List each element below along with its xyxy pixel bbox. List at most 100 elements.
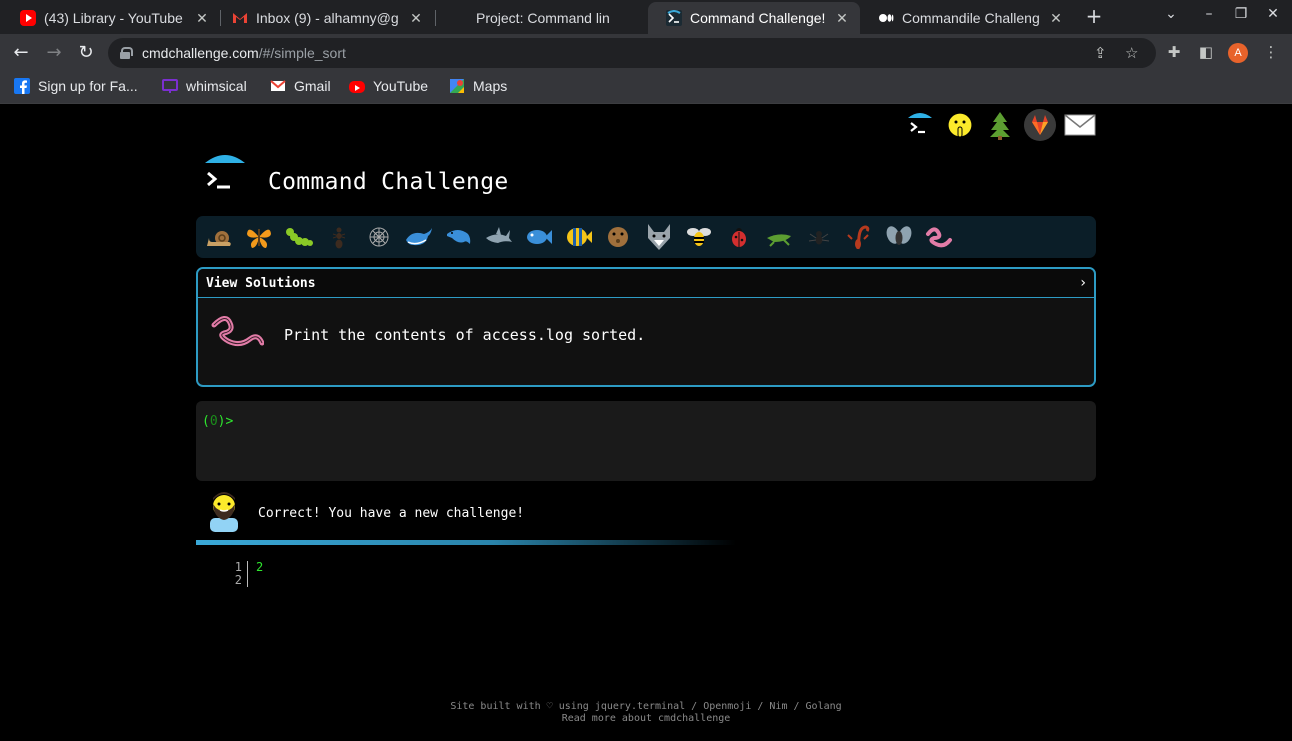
gmail-icon — [232, 10, 248, 26]
bee-icon[interactable] — [682, 221, 716, 253]
fly-icon[interactable] — [882, 221, 916, 253]
challenge-task: Print the contents of access.log sorted. — [210, 315, 645, 355]
new-tab-icon[interactable]: + — [1083, 6, 1105, 28]
menu-icon[interactable]: ⋮ — [1261, 43, 1281, 63]
share-icon[interactable]: ⇪ — [1094, 44, 1107, 62]
bookmark-label: Sign up for Fa... — [38, 78, 138, 94]
lock-icon[interactable] — [120, 47, 133, 59]
medium-icon — [878, 10, 894, 26]
side-panel-icon[interactable]: ◧ — [1196, 43, 1216, 63]
scorpion-icon[interactable] — [842, 221, 876, 253]
prompt-open: ( — [202, 414, 210, 429]
whale-icon[interactable] — [402, 221, 436, 253]
challenge-nav-bar — [196, 216, 1096, 258]
line-number-gutter: 1 2 — [228, 561, 248, 587]
youtube-icon — [349, 81, 365, 93]
footer-credits: Site built with ♡ using jquery.terminal … — [450, 701, 842, 712]
profile-avatar[interactable]: A — [1228, 43, 1248, 63]
bookmarks-bar: Sign up for Fa... whimsical Gmail YouTub… — [0, 72, 1292, 104]
tab-title: Command Challenge! — [690, 10, 826, 26]
progress-bar — [196, 540, 736, 545]
bookmark-maps[interactable]: Maps — [449, 78, 507, 94]
tree-icon[interactable] — [984, 109, 1016, 141]
chevron-right-icon: › — [1080, 275, 1086, 291]
gitlab-icon[interactable] — [1024, 109, 1056, 141]
top-icon-links — [904, 109, 1096, 141]
output-lines: 2 — [256, 561, 263, 574]
shushing-face-icon[interactable] — [944, 109, 976, 141]
close-tab-icon[interactable]: ✕ — [1048, 10, 1064, 27]
tab-commandile[interactable]: Commandile Challeng ✕ — [860, 2, 1074, 34]
prompt-close: )> — [217, 414, 234, 429]
tab-gmail[interactable]: Inbox (9) - alhamny@g ✕ — [214, 2, 434, 34]
challenge-panel: View Solutions › Print the contents of a… — [196, 267, 1096, 387]
tab-youtube[interactable]: (43) Library - YouTube ✕ — [2, 2, 220, 34]
maps-icon — [449, 78, 465, 94]
footer: Site built with ♡ using jquery.terminal … — [0, 701, 1292, 725]
tab-project[interactable]: Project: Command lin — [434, 2, 648, 34]
url-host: cmdchallenge.com — [142, 45, 259, 61]
cricket-icon[interactable] — [762, 221, 796, 253]
close-window-icon[interactable]: ✕ — [1263, 6, 1283, 22]
footer-about-link[interactable]: Read more about cmdchallenge — [0, 713, 1292, 725]
bookmark-youtube[interactable]: YouTube — [349, 78, 428, 94]
bookmark-whimsical[interactable]: whimsical — [162, 78, 247, 94]
browser-toolbar: ← → ↻ cmdchallenge.com/#/simple_sort ⇪ ☆… — [0, 34, 1292, 72]
envelope-icon[interactable] — [1064, 109, 1096, 141]
facebook-icon — [14, 78, 30, 94]
bookmark-facebook[interactable]: Sign up for Fa... — [14, 78, 138, 94]
close-tab-icon[interactable]: ✕ — [834, 10, 850, 27]
view-solutions-toggle[interactable]: View Solutions › — [198, 269, 1094, 298]
bookmark-label: YouTube — [373, 78, 429, 94]
project-icon — [452, 10, 468, 26]
address-bar[interactable]: cmdchallenge.com/#/simple_sort ⇪ ☆ — [108, 38, 1156, 68]
page-content: Command Challenge View Solutions › Print… — [0, 105, 1292, 741]
spider-web-icon[interactable] — [362, 221, 396, 253]
bookmark-star-icon[interactable]: ☆ — [1125, 44, 1138, 62]
dolphin-icon[interactable] — [442, 221, 476, 253]
youtube-icon — [20, 10, 36, 26]
line-number: 2 — [234, 573, 242, 587]
terminal-logo-icon[interactable] — [904, 109, 936, 141]
site-logo-icon — [203, 153, 247, 199]
bookmark-label: whimsical — [186, 78, 247, 94]
ladybug-icon[interactable] — [722, 221, 756, 253]
worm-icon[interactable] — [922, 221, 956, 253]
close-tab-icon[interactable]: ✕ — [408, 10, 424, 27]
restore-icon[interactable]: ❐ — [1231, 6, 1251, 22]
terminal-icon — [666, 10, 682, 26]
tab-title: Project: Command lin — [476, 10, 610, 26]
pufferfish-icon[interactable] — [602, 221, 636, 253]
close-tab-icon[interactable]: ✕ — [194, 10, 210, 27]
extensions-icon[interactable]: ✚ — [1164, 43, 1184, 63]
caterpillar-icon[interactable] — [282, 221, 316, 253]
terminal-prompt: (0)> — [202, 414, 233, 429]
site-title: Command Challenge — [268, 169, 509, 195]
back-icon[interactable]: ← — [10, 42, 32, 64]
tab-title: (43) Library - YouTube — [44, 10, 183, 26]
url-path: /#/simple_sort — [258, 45, 346, 61]
bookmark-label: Maps — [473, 78, 508, 94]
fish-icon[interactable] — [522, 221, 556, 253]
shark-icon[interactable] — [482, 221, 516, 253]
terminal-input[interactable]: (0)> — [196, 401, 1096, 481]
reload-icon[interactable]: ↻ — [75, 42, 97, 64]
feedback-message: Correct! You have a new challenge! — [258, 505, 525, 521]
tab-search-icon[interactable]: ⌄ — [1161, 6, 1181, 22]
ant-icon[interactable] — [322, 221, 356, 253]
snail-icon[interactable] — [202, 221, 236, 253]
wolf-icon[interactable] — [642, 221, 676, 253]
output-line: 2 — [256, 560, 264, 574]
spider-icon[interactable] — [802, 221, 836, 253]
tab-command-challenge[interactable]: Command Challenge! ✕ — [648, 2, 860, 34]
butterfly-icon[interactable] — [242, 221, 276, 253]
challenge-description: Print the contents of access.log sorted. — [284, 326, 646, 344]
whimsical-icon — [162, 78, 178, 94]
bookmark-gmail[interactable]: Gmail — [270, 78, 331, 94]
tropical-fish-icon[interactable] — [562, 221, 596, 253]
bookmark-label: Gmail — [294, 78, 331, 94]
minimize-icon[interactable]: – — [1199, 6, 1219, 22]
worm-icon — [210, 315, 265, 355]
forward-icon[interactable]: → — [43, 42, 65, 64]
tab-strip: (43) Library - YouTube ✕ Inbox (9) - alh… — [0, 0, 1292, 34]
